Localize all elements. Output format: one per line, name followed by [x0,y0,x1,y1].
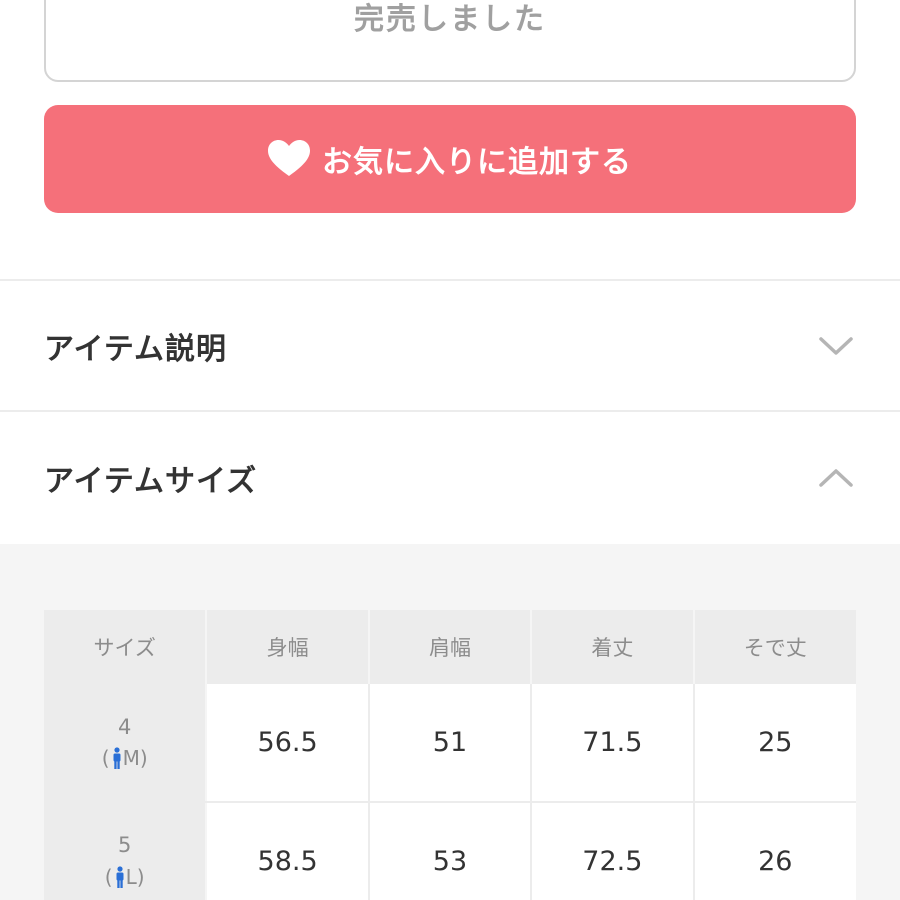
size-panel: サイズ 身幅 肩幅 着丈 そで丈 4 (M) 56.5 51 71.5 25 5 [0,544,900,900]
fit-label: (M) [101,746,148,771]
header-shoulder-width: 肩幅 [368,610,533,684]
person-icon [113,747,121,770]
header-size: サイズ [44,610,208,684]
table-cell: 26 [693,802,856,900]
table-cell: 25 [693,684,856,803]
chevron-up-icon [819,469,853,487]
fit-label: (L) [104,864,145,889]
size-number: 5 [118,833,132,858]
sold-out-button[interactable]: 完売しました [44,0,856,82]
add-to-favorites-label: お気に入りに追加する [322,146,632,179]
fit-code: M [122,746,140,771]
table-row: 5 (L) 58.5 53 72.5 26 [44,802,856,900]
header-length: 着丈 [531,610,695,684]
add-to-favorites-button[interactable]: お気に入りに追加する [44,105,856,213]
table-row: 4 (M) 56.5 51 71.5 25 [44,684,856,803]
table-cell: 58.5 [206,802,370,900]
size-table: サイズ 身幅 肩幅 着丈 そで丈 4 (M) 56.5 51 71.5 25 5 [44,610,856,900]
table-cell: 72.5 [531,802,695,900]
accordion-item-size[interactable]: アイテムサイズ [0,414,900,542]
size-number: 4 [118,714,132,739]
table-cell: 56.5 [206,684,370,803]
accordion-title-size: アイテムサイズ [44,464,258,499]
divider [0,279,900,281]
table-cell: 51 [368,684,533,803]
size-cell: 4 (M) [44,684,208,803]
fit-code: L [125,864,137,889]
accordion-item-description[interactable]: アイテム説明 [0,282,900,410]
heart-icon [268,140,310,176]
size-table-header-row: サイズ 身幅 肩幅 着丈 そで丈 [44,610,856,684]
person-icon [116,866,124,888]
table-cell: 53 [368,802,533,900]
chevron-down-icon [819,337,853,355]
sold-out-label: 完売しました [354,2,546,37]
header-chest-width: 身幅 [206,610,370,684]
divider [0,410,900,412]
size-cell: 5 (L) [44,802,208,900]
accordion-title-description: アイテム説明 [44,332,227,367]
header-sleeve-length: そで丈 [693,610,856,684]
table-cell: 71.5 [531,684,695,803]
